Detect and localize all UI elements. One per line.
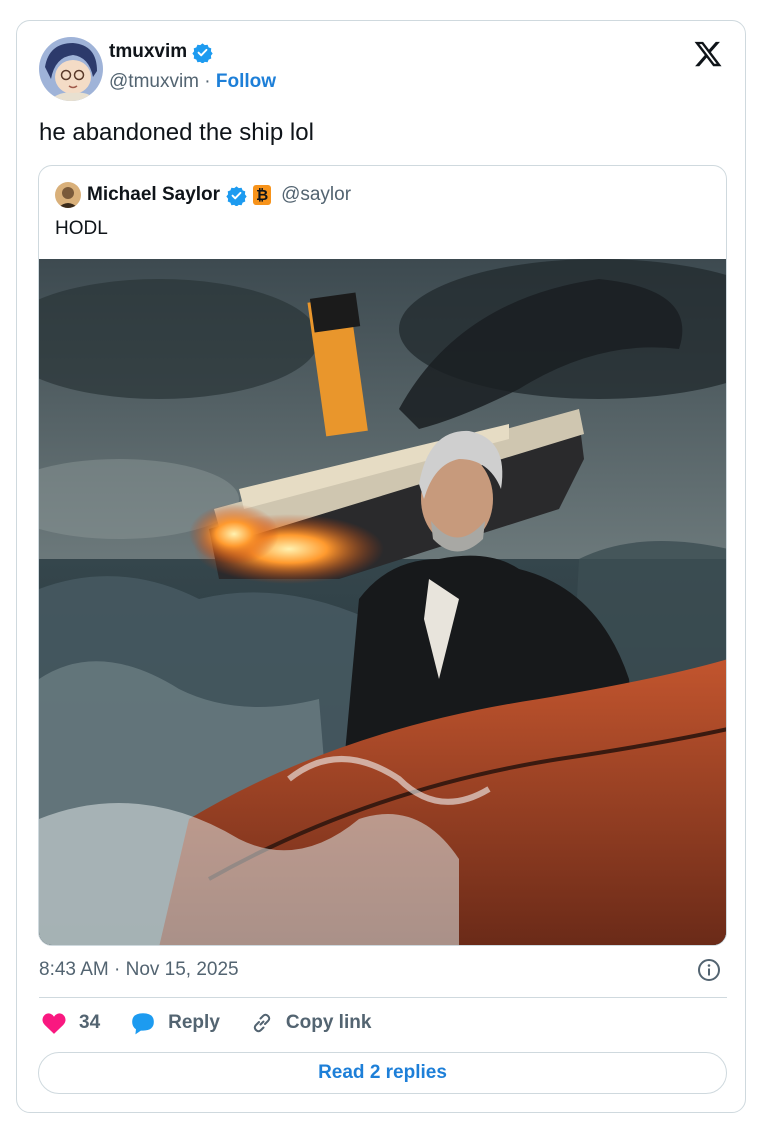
tweet-card: tmuxvim @tmuxvim · Follow he abandoned t… <box>16 20 746 1113</box>
tweet-timestamp[interactable]: 8:43 AM · Nov 15, 2025 <box>39 959 239 981</box>
reply-bubble-icon <box>132 1013 154 1035</box>
divider <box>39 997 727 998</box>
link-icon <box>253 1013 271 1033</box>
reply-button[interactable]: Reply <box>130 1011 220 1035</box>
verified-badge-icon <box>226 185 247 206</box>
like-count: 34 <box>79 1012 101 1033</box>
action-bar: 34 Reply Copy link <box>41 1011 401 1035</box>
quoted-tweet-text: HODL <box>55 218 108 239</box>
author-handle[interactable]: @tmuxvim <box>109 71 199 92</box>
quoted-avatar[interactable] <box>55 182 81 208</box>
read-replies-button[interactable]: Read 2 replies <box>38 1052 727 1094</box>
verified-badge-icon <box>192 42 213 63</box>
reply-label: Reply <box>168 1012 220 1033</box>
quoted-tweet-header: Michael Saylor ₿ @saylor <box>55 182 351 208</box>
handle-separator: · <box>204 71 211 92</box>
info-icon[interactable] <box>697 958 721 982</box>
author-display-name[interactable]: tmuxvim <box>109 41 213 63</box>
quoted-author-name[interactable]: Michael Saylor <box>87 184 220 206</box>
copy-link-label: Copy link <box>285 1012 372 1033</box>
tweet-text: he abandoned the ship lol <box>39 119 314 146</box>
follow-button[interactable]: Follow <box>216 71 276 92</box>
quoted-author-handle[interactable]: @saylor <box>281 184 351 206</box>
x-logo-icon[interactable] <box>693 39 723 69</box>
heart-icon <box>42 1013 66 1034</box>
author-name-text[interactable]: tmuxvim <box>109 41 187 63</box>
like-button[interactable]: 34 <box>41 1011 100 1035</box>
author-handle-row: @tmuxvim · Follow <box>109 71 276 93</box>
copy-link-button[interactable]: Copy link <box>250 1011 372 1035</box>
quoted-media-image[interactable] <box>39 259 727 946</box>
avatar[interactable] <box>39 37 103 101</box>
bitcoin-badge-icon: ₿ <box>253 185 272 205</box>
quoted-tweet[interactable]: Michael Saylor ₿ @saylor HODL <box>38 165 727 946</box>
